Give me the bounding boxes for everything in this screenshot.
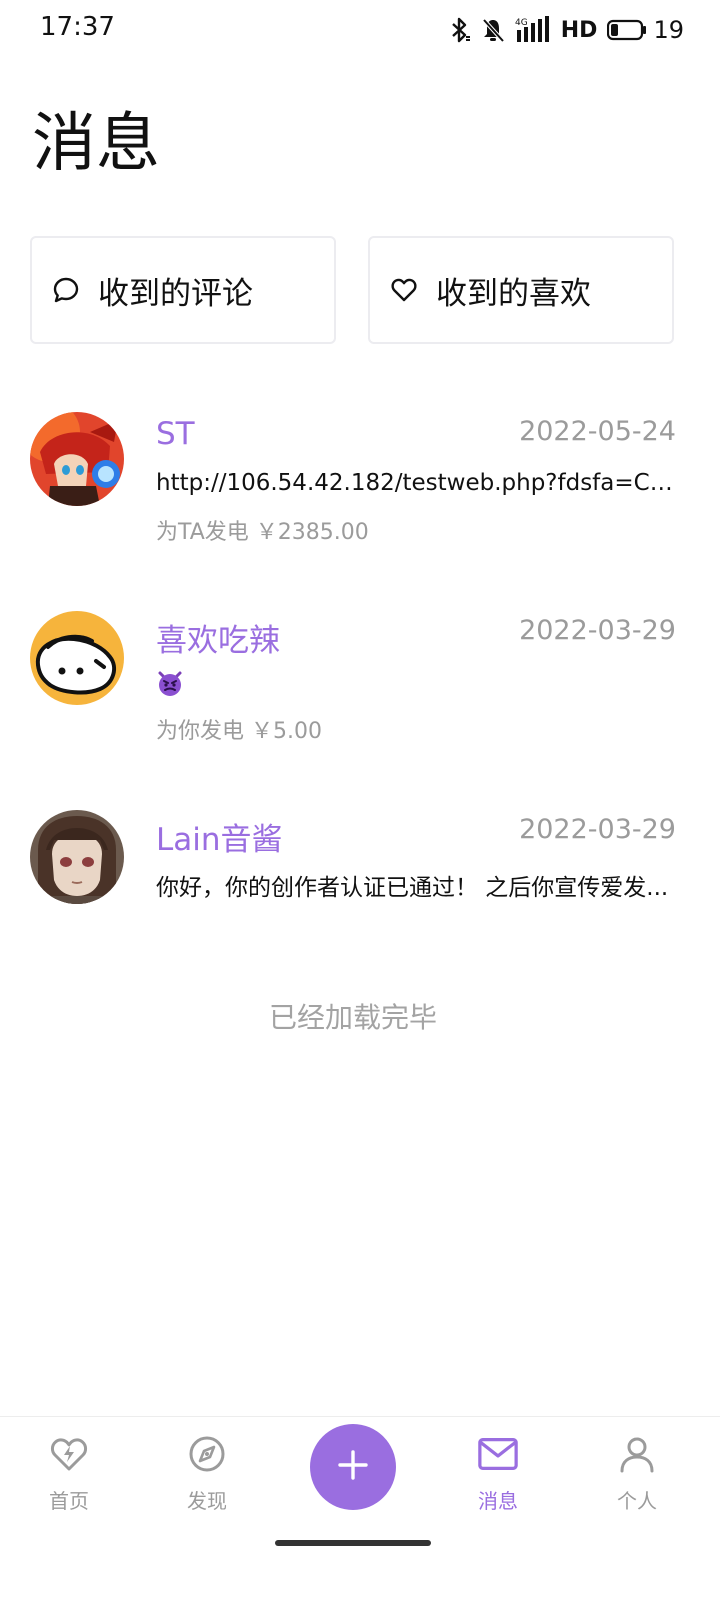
- sender-name: Lain音酱: [156, 822, 283, 858]
- person-icon: [616, 1433, 658, 1475]
- message-content: 你好，你的创作者认证已通过！ 之后你宣传爱发...: [156, 875, 669, 901]
- home-indicator[interactable]: [275, 1540, 431, 1546]
- received-comments-button[interactable]: 收到的评论: [30, 236, 336, 344]
- avatar[interactable]: [30, 810, 124, 904]
- mute-bell-icon: [481, 16, 505, 44]
- received-comments-label: 收到的评论: [98, 275, 253, 312]
- nav-profile-label: 个人: [617, 1489, 657, 1513]
- message-date: 2022-03-29: [519, 814, 676, 845]
- received-likes-button[interactable]: 收到的喜欢: [368, 236, 674, 344]
- battery-icon: [607, 19, 647, 41]
- create-post-button[interactable]: [310, 1424, 396, 1510]
- network-type-label: 4G: [515, 18, 528, 28]
- message-content: http://106.54.42.182/testweb.php?fdsfa=C…: [156, 470, 676, 496]
- message-date: 2022-03-29: [519, 615, 676, 646]
- mail-icon: [477, 1433, 519, 1475]
- nav-discover[interactable]: 发现: [147, 1433, 267, 1514]
- heart-icon: [390, 276, 418, 304]
- nav-messages[interactable]: 消息: [438, 1433, 558, 1514]
- comment-icon: [52, 276, 80, 304]
- status-icons: 4G HD 19: [449, 12, 684, 48]
- status-bar: 17:37 4G HD 19: [0, 0, 720, 60]
- nav-messages-label: 消息: [478, 1489, 518, 1513]
- received-likes-label: 收到的喜欢: [436, 275, 591, 312]
- message-date: 2022-05-24: [519, 416, 676, 447]
- status-time: 17:37: [40, 12, 115, 42]
- avatar[interactable]: [30, 412, 124, 506]
- list-end-text: 已经加载完毕: [268, 1001, 437, 1034]
- battery: 19: [607, 16, 684, 44]
- bluetooth-icon: [449, 16, 471, 44]
- sender-name: ST: [156, 416, 195, 452]
- page-title: 消息: [32, 107, 160, 181]
- plus-icon: [336, 1448, 370, 1486]
- signal-icon: 4G: [515, 16, 551, 44]
- message-item[interactable]: Lain音酱 2022-03-29 你好，你的创作者认证已通过！ 之后你宣传爱发…: [0, 810, 720, 950]
- message-item[interactable]: ST 2022-05-24 http://106.54.42.182/testw…: [0, 412, 720, 552]
- sender-name: 喜欢吃辣: [156, 623, 280, 659]
- compass-icon: [186, 1433, 228, 1475]
- battery-level: 19: [653, 16, 684, 44]
- nav-profile[interactable]: 个人: [577, 1433, 697, 1514]
- hd-label: HD: [560, 17, 598, 43]
- devil-emoji-icon: [156, 669, 184, 697]
- message-subtext: 为你发电 ￥5.00: [156, 719, 322, 744]
- bolt-heart-icon: [48, 1433, 90, 1475]
- nav-home[interactable]: 首页: [9, 1433, 129, 1514]
- message-subtext: 为TA发电 ￥2385.00: [156, 520, 369, 545]
- message-content: [156, 669, 676, 703]
- nav-home-label: 首页: [49, 1489, 89, 1513]
- nav-discover-label: 发现: [187, 1489, 227, 1513]
- avatar[interactable]: [30, 611, 124, 705]
- message-item[interactable]: 喜欢吃辣 2022-03-29 为你发电 ￥5.00: [0, 611, 720, 751]
